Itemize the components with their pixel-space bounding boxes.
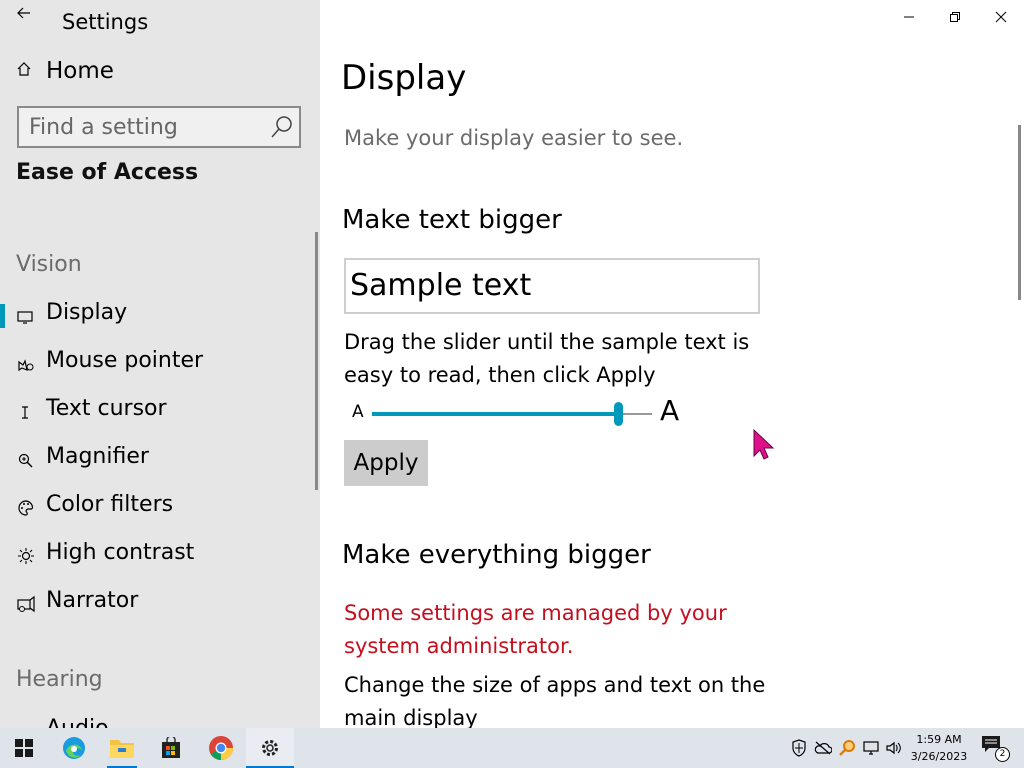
taskbar: 1:59 AM 3/26/2023 2 — [0, 728, 1024, 768]
sidebar-item-label: Text cursor — [46, 396, 167, 421]
selected-indicator — [0, 304, 5, 328]
network-icon[interactable] — [860, 736, 882, 760]
sample-text-box: Sample text — [344, 258, 760, 314]
text-size-slider-thumb[interactable] — [614, 402, 624, 426]
clock-date: 3/26/2023 — [910, 750, 968, 763]
app-title: Settings — [62, 10, 149, 34]
sidebar-item-high-contrast[interactable]: High contrast — [0, 536, 314, 576]
home-label: Home — [46, 58, 114, 84]
settings-icon[interactable] — [246, 728, 294, 768]
sidebar-item-audio[interactable]: Audio — [0, 712, 314, 728]
page-title: Display — [341, 58, 467, 98]
sample-text: Sample text — [350, 268, 532, 303]
hearing-group-label: Hearing — [16, 667, 103, 692]
home-icon — [16, 61, 36, 81]
page-subtitle: Make your display easier to see. — [344, 126, 684, 150]
restore-icon[interactable] — [932, 2, 978, 32]
everything-bigger-heading: Make everything bigger — [342, 540, 651, 570]
sidebar-item-label: Magnifier — [46, 444, 149, 469]
edge-icon[interactable] — [50, 728, 98, 768]
narrator-icon — [16, 594, 36, 614]
sidebar-item-text-cursor[interactable]: Text cursor — [0, 392, 314, 432]
sidebar-item-label: High contrast — [46, 540, 195, 565]
mouse-cursor-icon — [752, 428, 776, 462]
sidebar-item-magnifier[interactable]: Magnifier — [0, 440, 314, 480]
minimize-icon[interactable] — [886, 2, 932, 32]
security-shield-icon[interactable] — [788, 736, 810, 760]
text-size-slider-fill — [372, 412, 619, 416]
sidebar-item-display[interactable]: Display — [0, 296, 314, 336]
sidebar-item-color-filters[interactable]: Color filters — [0, 488, 314, 528]
magnifier-icon — [16, 450, 36, 470]
slider-min-label: A — [352, 402, 364, 422]
color-filters-icon — [16, 498, 36, 518]
close-icon[interactable] — [978, 2, 1024, 32]
search-icon[interactable] — [269, 114, 295, 140]
notification-center-icon[interactable]: 2 — [980, 734, 1010, 762]
file-explorer-icon[interactable] — [98, 728, 146, 768]
main-scrollbar[interactable] — [1018, 125, 1021, 300]
sidebar-item-label: Narrator — [46, 588, 139, 613]
search-input[interactable]: Find a setting — [17, 106, 301, 148]
section-title: Ease of Access — [16, 160, 199, 185]
main-content: Display Make your display easier to see.… — [320, 0, 1024, 728]
sidebar-scrollbar[interactable] — [315, 232, 318, 490]
sidebar-item-mouse-pointer[interactable]: Mouse pointer — [0, 344, 314, 384]
onedrive-icon[interactable] — [812, 736, 834, 760]
sidebar-item-narrator[interactable]: Narrator — [0, 584, 314, 624]
clock-time: 1:59 AM — [916, 733, 962, 746]
back-arrow-icon[interactable] — [12, 4, 36, 28]
slider-max-label: A — [660, 394, 680, 427]
sidebar-item-label: Color filters — [46, 492, 174, 517]
apply-button[interactable]: Apply — [344, 440, 428, 486]
slider-instructions: Drag the slider until the sample text is… — [344, 330, 750, 387]
high-contrast-icon — [16, 546, 36, 566]
store-icon[interactable] — [147, 728, 195, 768]
change-size-text: Change the size of apps and text on the … — [344, 673, 766, 728]
text-cursor-icon — [16, 402, 36, 422]
monitor-icon — [16, 306, 36, 326]
vision-group-label: Vision — [16, 252, 82, 277]
admin-warning: Some settings are managed by your system… — [344, 601, 727, 658]
windows-start-icon[interactable] — [0, 728, 48, 768]
mouse-pointer-icon — [16, 354, 36, 374]
home-nav-item[interactable]: Home — [16, 54, 114, 88]
notification-badge: 2 — [995, 747, 1010, 762]
sidebar-item-label: Display — [46, 300, 128, 325]
sidebar-item-label: Audio — [46, 716, 109, 728]
system-clock[interactable]: 1:59 AM 3/26/2023 — [904, 731, 974, 765]
search-placeholder: Find a setting — [29, 115, 178, 140]
volume-icon[interactable] — [883, 736, 905, 760]
chrome-icon[interactable] — [197, 728, 245, 768]
sidebar-item-label: Mouse pointer — [46, 348, 204, 373]
sidebar: Settings Home Find a setting Ease of Acc… — [0, 0, 320, 728]
search-key-icon[interactable] — [836, 736, 858, 760]
text-bigger-heading: Make text bigger — [342, 205, 562, 235]
